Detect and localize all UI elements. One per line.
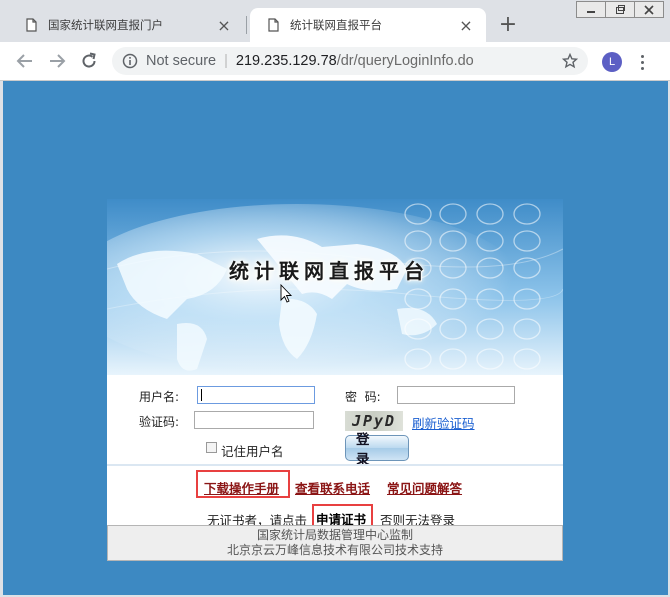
contact-phone-link[interactable]: 查看联系电话: [295, 478, 370, 497]
new-tab-button[interactable]: +: [497, 14, 519, 36]
arrow-right-icon: [50, 54, 66, 68]
close-tab-icon[interactable]: ×: [458, 16, 474, 35]
arrow-left-icon: [16, 54, 32, 68]
tab-portal[interactable]: 国家统计联网直报门户 ×: [8, 8, 244, 42]
username-input[interactable]: [197, 386, 315, 404]
divider: [107, 464, 563, 466]
minimize-button[interactable]: [576, 1, 606, 18]
info-icon[interactable]: [122, 53, 138, 69]
restore-button[interactable]: [605, 1, 635, 18]
password-label: 密 码:: [345, 390, 381, 404]
refresh-captcha-link[interactable]: 刷新验证码: [412, 413, 475, 432]
login-panel: 统计联网直报平台 用户名: 密 码: 验证码: JPyD 刷新验证码 记住用户名…: [107, 199, 563, 561]
reload-icon: [82, 52, 96, 68]
omnibox-divider: |: [224, 53, 228, 69]
tab-platform[interactable]: 统计联网直报平台 ×: [250, 8, 486, 42]
banner-image: 统计联网直报平台: [107, 199, 563, 375]
download-manual-link[interactable]: 下载操作手册: [204, 478, 279, 497]
tab-separator: [246, 16, 247, 34]
reload-button[interactable]: [78, 50, 100, 72]
back-button[interactable]: [14, 50, 36, 72]
login-button[interactable]: 登 录: [345, 432, 409, 468]
platform-title: 统计联网直报平台: [229, 259, 429, 283]
browser-tab-strip: 国家统计联网直报门户 × 统计联网直报平台 × +: [0, 0, 670, 42]
page-background: 统计联网直报平台 用户名: 密 码: 验证码: JPyD 刷新验证码 记住用户名…: [3, 81, 668, 595]
document-icon: [268, 18, 279, 32]
close-icon: [644, 4, 654, 15]
close-window-button[interactable]: [634, 1, 664, 18]
minimize-icon: [587, 10, 595, 13]
tab-title: 国家统计联网直报门户: [48, 18, 163, 32]
url-path: /dr/queryLoginInfo.do: [336, 53, 474, 69]
footer: 国家统计局数据管理中心监制 北京京云万峰信息技术有限公司技术支持: [107, 525, 563, 561]
world-map-banner: [107, 199, 563, 375]
profile-avatar[interactable]: L: [602, 52, 622, 72]
remember-username-label: 记住用户名: [221, 444, 284, 459]
captcha-label: 验证码:: [139, 415, 180, 429]
username-label: 用户名:: [139, 390, 180, 404]
window-controls: [576, 1, 664, 18]
restore-icon: [616, 4, 625, 14]
faq-link[interactable]: 常见问题解答: [387, 478, 462, 497]
tab-title: 统计联网直报平台: [290, 18, 382, 32]
bookmark-star-icon[interactable]: [562, 53, 578, 69]
forward-button[interactable]: [46, 50, 68, 72]
footer-line-support: 北京京云万峰信息技术有限公司技术支持: [226, 543, 443, 557]
captcha-input[interactable]: [194, 411, 314, 429]
browser-menu-button[interactable]: [634, 51, 650, 73]
address-bar[interactable]: Not secure | 219.235.129.78/dr/queryLogi…: [112, 47, 588, 75]
close-tab-icon[interactable]: ×: [216, 16, 232, 35]
text-caret: [201, 389, 202, 401]
security-status: Not secure: [146, 53, 217, 69]
password-input[interactable]: [397, 386, 515, 404]
remember-username-checkbox[interactable]: [206, 442, 217, 453]
url-host: 219.235.129.78: [235, 53, 337, 69]
footer-line-supervisor: 国家统计局数据管理中心监制: [256, 528, 413, 542]
browser-toolbar: Not secure | 219.235.129.78/dr/queryLogi…: [0, 42, 670, 81]
document-icon: [26, 18, 37, 32]
